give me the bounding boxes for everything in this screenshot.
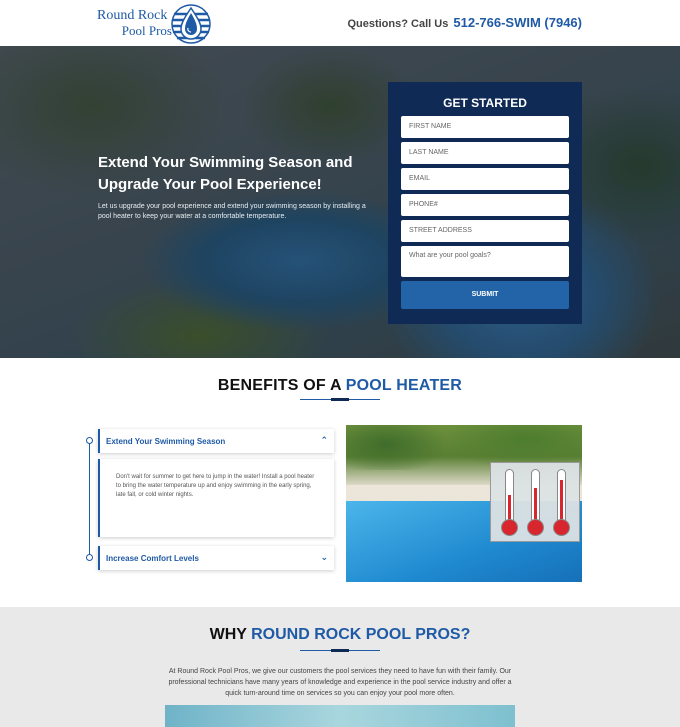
- why-heading-prefix: WHY: [209, 626, 252, 643]
- form-title: GET STARTED: [443, 96, 527, 110]
- why-section: WHY ROUND ROCK POOL PROS? At Round Rock …: [0, 607, 680, 727]
- timeline-dot: [86, 554, 93, 561]
- thermometer-bulb: [501, 519, 518, 536]
- benefits-heading-divider: [300, 398, 380, 401]
- why-description: At Round Rock Pool Pros, we give our cus…: [168, 668, 512, 697]
- why-heading: WHY ROUND ROCK POOL PROS?: [0, 626, 680, 644]
- phone-contact: Questions? Call Us 512-766-SWIM (7946): [347, 15, 582, 30]
- accordion-item-label: Extend Your Swimming Season: [106, 437, 226, 446]
- accordion-item-label: Increase Comfort Levels: [106, 554, 199, 563]
- benefits-heading-accent: POOL HEATER: [345, 377, 463, 394]
- thermometer-graphic: [490, 462, 580, 542]
- hero-title: Extend Your Swimming Season and Upgrade …: [98, 154, 353, 193]
- email-field[interactable]: EMAIL: [401, 168, 569, 190]
- hero-subtitle: Let us upgrade your pool experience and …: [98, 203, 366, 220]
- why-image: [165, 705, 515, 727]
- logo-line-2: Pool Pros: [121, 23, 172, 38]
- street-address-field[interactable]: STREET ADDRESS: [401, 220, 569, 242]
- accordion-timeline-line: [89, 441, 90, 559]
- logo-line-1: Round Rock: [97, 8, 168, 23]
- thermometer-bulb: [553, 519, 570, 536]
- chevron-up-icon: ⌃: [320, 435, 328, 445]
- pool-goals-textarea[interactable]: What are your pool goals?: [401, 246, 569, 277]
- accordion-item-comfort-levels[interactable]: Increase Comfort Levels ⌄: [98, 546, 334, 570]
- divider-accent: [331, 398, 349, 401]
- lead-form: GET STARTED FIRST NAME LAST NAME EMAIL P…: [388, 82, 582, 324]
- why-heading-divider: [300, 649, 380, 652]
- accordion-item-extend-season[interactable]: Extend Your Swimming Season ⌃: [98, 429, 334, 453]
- benefits-heading-prefix: BENEFITS OF A: [217, 377, 346, 394]
- why-heading-accent: ROUND ROCK POOL PROS?: [251, 626, 471, 643]
- phone-field[interactable]: PHONE#: [401, 194, 569, 216]
- last-name-field[interactable]: LAST NAME: [401, 142, 569, 164]
- thermometer-fill: [560, 480, 563, 524]
- site-header: Round Rock Pool Pros Questions? Call Us …: [0, 0, 680, 46]
- thermometer-icon: [527, 469, 544, 536]
- accordion-panel-extend-season: Don't wait for summer to get here to jum…: [98, 459, 334, 537]
- divider-accent: [331, 649, 349, 652]
- thermometer-bulb: [527, 519, 544, 536]
- first-name-field[interactable]: FIRST NAME: [401, 116, 569, 138]
- benefits-heading: BENEFITS OF A POOL HEATER: [0, 377, 680, 395]
- thermometer-icon: [553, 469, 570, 536]
- phone-prompt: Questions? Call Us: [347, 18, 449, 30]
- water-drop-logo-icon[interactable]: [170, 3, 212, 45]
- pool-heater-image: [346, 425, 582, 582]
- timeline-dot: [86, 437, 93, 444]
- submit-button[interactable]: SUBMIT: [401, 281, 569, 309]
- chevron-down-icon: ⌄: [320, 552, 328, 562]
- logo-wordmark[interactable]: Round Rock Pool Pros: [97, 8, 172, 38]
- phone-number-link[interactable]: 512-766-SWIM (7946): [453, 15, 582, 30]
- thermometer-icon: [501, 469, 518, 536]
